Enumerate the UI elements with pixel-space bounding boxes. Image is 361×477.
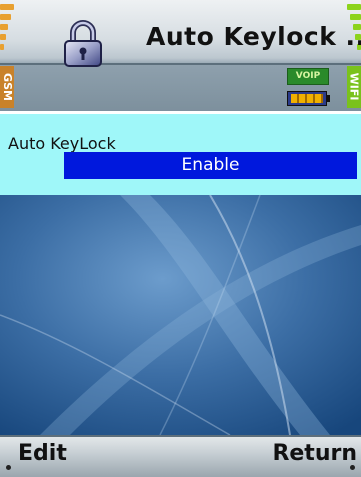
battery-icon — [287, 91, 330, 106]
return-softkey[interactable]: Return — [272, 441, 357, 466]
auto-keylock-label: Auto KeyLock — [8, 134, 116, 153]
status-header: GSM WIFI Auto Keylock ... VOIP — [0, 0, 361, 111]
battery-fill — [291, 94, 323, 103]
lock-icon — [64, 20, 102, 67]
auto-keylock-select[interactable]: Enable — [64, 152, 357, 179]
page-title: Auto Keylock ... — [146, 22, 361, 51]
battery-cap — [327, 95, 330, 102]
wallpaper — [0, 195, 361, 435]
gsm-signal-bars-icon — [0, 2, 14, 62]
softkey-divider — [0, 435, 361, 437]
phone-screen: GSM WIFI Auto Keylock ... VOIP Auto KeyL… — [0, 0, 361, 477]
header-divider — [0, 63, 361, 65]
voip-badge: VOIP — [287, 68, 329, 85]
wallpaper-swirl-graphic — [0, 195, 361, 435]
edit-softkey[interactable]: Edit — [18, 441, 67, 466]
right-softkey-dot-icon — [350, 465, 355, 470]
softkey-bar: Edit Return — [0, 435, 361, 477]
settings-panel: Auto KeyLock Enable — [0, 111, 361, 195]
panel-top-line — [0, 111, 361, 114]
wifi-label: WIFI — [347, 66, 361, 108]
gsm-label: GSM — [0, 66, 14, 108]
left-softkey-dot-icon — [6, 465, 11, 470]
